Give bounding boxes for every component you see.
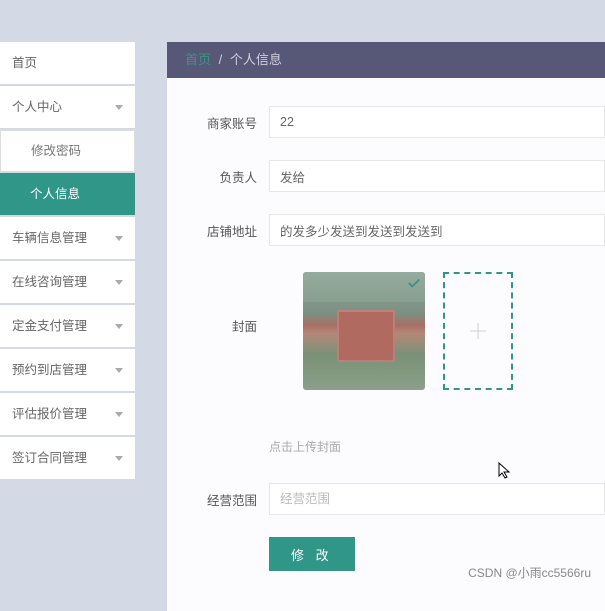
upload-hint: 点击上传封面 (167, 438, 605, 455)
address-label: 店铺地址 (167, 214, 257, 240)
sidebar-item-online-consult[interactable]: 在线咨询管理 (0, 261, 135, 303)
sidebar-item-vehicle-management[interactable]: 车辆信息管理 (0, 217, 135, 259)
sidebar-item-change-password[interactable]: 修改密码 (0, 130, 135, 172)
manager-label: 负责人 (167, 160, 257, 186)
sidebar-item-label: 车辆信息管理 (12, 217, 87, 259)
sidebar-item-contract-signing[interactable]: 签订合同管理 (0, 437, 135, 479)
cover-thumbnail[interactable] (303, 272, 425, 390)
account-label: 商家账号 (167, 106, 257, 132)
plus-icon (467, 320, 489, 342)
breadcrumb: 首页 / 个人信息 (167, 42, 605, 78)
sidebar-item-label: 预约到店管理 (12, 349, 87, 391)
sidebar-item-personal-center[interactable]: 个人中心 (0, 86, 135, 128)
account-input[interactable] (269, 106, 605, 138)
chevron-down-icon (115, 368, 123, 373)
address-input[interactable] (269, 214, 605, 246)
chevron-down-icon (115, 412, 123, 417)
sidebar-item-label: 评估报价管理 (12, 393, 87, 435)
scope-label: 经营范围 (167, 483, 257, 509)
sidebar-item-label: 修改密码 (31, 130, 81, 172)
upload-cover-button[interactable] (443, 272, 513, 390)
chevron-down-icon (115, 236, 123, 241)
sidebar-item-label: 定金支付管理 (12, 305, 87, 347)
submit-button[interactable]: 修 改 (269, 537, 355, 571)
scope-input[interactable] (269, 483, 605, 515)
sidebar-item-personal-info[interactable]: 个人信息 (0, 173, 135, 215)
cover-label: 封面 (167, 268, 257, 335)
sidebar-item-label: 个人中心 (12, 86, 62, 128)
breadcrumb-home[interactable]: 首页 (185, 52, 211, 67)
manager-input[interactable] (269, 160, 605, 192)
sidebar-item-appointment[interactable]: 预约到店管理 (0, 349, 135, 391)
chevron-down-icon (115, 456, 123, 461)
check-icon (407, 276, 421, 290)
sidebar-item-deposit-payment[interactable]: 定金支付管理 (0, 305, 135, 347)
sidebar-item-label: 首页 (12, 42, 37, 84)
sidebar-item-label: 在线咨询管理 (12, 261, 87, 303)
sidebar-item-home[interactable]: 首页 (0, 42, 135, 84)
chevron-down-icon (115, 105, 123, 110)
chevron-down-icon (115, 280, 123, 285)
sidebar-item-label: 签订合同管理 (12, 437, 87, 479)
breadcrumb-separator: / (219, 52, 223, 67)
sidebar-item-evaluation-quote[interactable]: 评估报价管理 (0, 393, 135, 435)
chevron-down-icon (115, 324, 123, 329)
breadcrumb-current: 个人信息 (230, 52, 282, 67)
sidebar-item-label: 个人信息 (30, 173, 80, 215)
watermark-text: CSDN @小雨cc5566ru (468, 564, 591, 581)
